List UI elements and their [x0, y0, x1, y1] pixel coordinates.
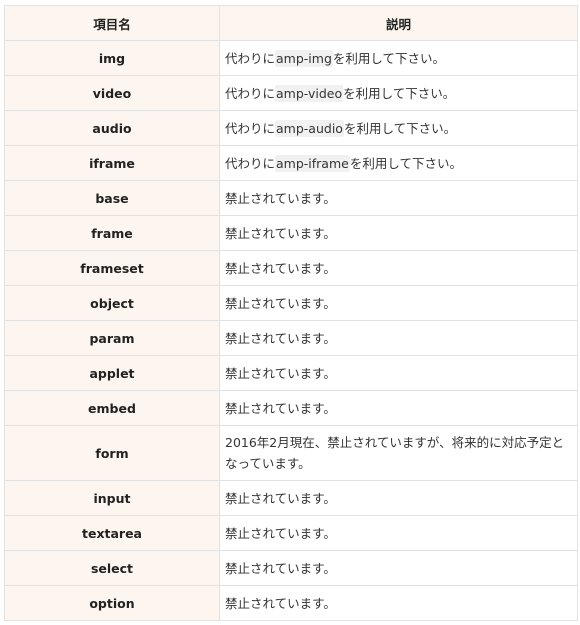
table-row: applet 禁止されています。: [4, 355, 578, 391]
description-text: を利用して下さい。: [349, 155, 462, 171]
description-cell: 代わりにamp-imgを利用して下さい。: [219, 40, 578, 76]
description-text: を利用して下さい。: [332, 50, 446, 66]
code-tag: amp-img: [275, 49, 333, 67]
tag-name-cell: frame: [4, 215, 220, 251]
tag-name-cell: applet: [4, 355, 220, 391]
code-tag: amp-iframe: [275, 154, 350, 172]
code-tag: amp-audio: [275, 119, 344, 137]
table-row: option 禁止されています。: [4, 585, 578, 621]
description-cell: 禁止されています。: [219, 585, 578, 621]
description-text: を利用して下さい。: [343, 85, 456, 101]
description-cell: 禁止されています。: [219, 515, 578, 551]
tag-name-cell: video: [4, 75, 220, 111]
tag-name-cell: param: [4, 320, 220, 356]
table-row: frameset 禁止されています。: [4, 250, 578, 286]
table-row: param 禁止されています。: [4, 320, 578, 356]
description-cell: 禁止されています。: [219, 285, 578, 321]
description-cell: 代わりにamp-videoを利用して下さい。: [219, 75, 578, 111]
description-text: 代わりに: [225, 155, 276, 171]
table-row: base 禁止されています。: [4, 180, 578, 216]
tag-name-cell: audio: [4, 110, 220, 146]
table-row: form 2016年2月現在、禁止されていますが、将来的に対応予定となっています…: [4, 425, 578, 481]
description-text: 代わりに: [225, 120, 276, 136]
table-row: video 代わりにamp-videoを利用して下さい。: [4, 75, 578, 111]
tag-name-cell: textarea: [4, 515, 220, 551]
description-cell: 禁止されています。: [219, 320, 578, 356]
description-cell: 禁止されています。: [219, 480, 578, 516]
table-row: img 代わりにamp-imgを利用して下さい。: [4, 40, 578, 76]
tag-name-cell: select: [4, 550, 220, 586]
description-cell: 禁止されています。: [219, 550, 578, 586]
tag-name-cell: embed: [4, 390, 220, 426]
amp-tag-table: 項目名 説明 img 代わりにamp-imgを利用して下さい。 video 代わ…: [4, 5, 578, 621]
description-cell: 2016年2月現在、禁止されていますが、将来的に対応予定となっています。: [219, 425, 578, 481]
table-row: input 禁止されています。: [4, 480, 578, 516]
description-text: 代わりに: [225, 50, 276, 66]
description-cell: 禁止されています。: [219, 390, 578, 426]
description-cell: 禁止されています。: [219, 355, 578, 391]
description-cell: 禁止されています。: [219, 250, 578, 286]
table-row: embed 禁止されています。: [4, 390, 578, 426]
tag-name-cell: form: [4, 425, 220, 481]
header-description: 説明: [219, 5, 578, 41]
code-tag: amp-video: [275, 84, 344, 102]
description-cell: 代わりにamp-audioを利用して下さい。: [219, 110, 578, 146]
tag-name-cell: object: [4, 285, 220, 321]
tag-name-cell: img: [4, 40, 220, 76]
tag-name-cell: iframe: [4, 145, 220, 181]
description-text: 代わりに: [225, 85, 276, 101]
header-row: 項目名 説明: [4, 5, 578, 41]
tag-name-cell: base: [4, 180, 220, 216]
tag-name-cell: input: [4, 480, 220, 516]
table-row: audio 代わりにamp-audioを利用して下さい。: [4, 110, 578, 146]
table-row: object 禁止されています。: [4, 285, 578, 321]
table-row: iframe 代わりにamp-iframeを利用して下さい。: [4, 145, 578, 181]
table-row: select 禁止されています。: [4, 550, 578, 586]
table-row: textarea 禁止されています。: [4, 515, 578, 551]
description-cell: 代わりにamp-iframeを利用して下さい。: [219, 145, 578, 181]
description-cell: 禁止されています。: [219, 215, 578, 251]
description-cell: 禁止されています。: [219, 180, 578, 216]
tag-name-cell: option: [4, 585, 220, 621]
tag-name-cell: frameset: [4, 250, 220, 286]
description-text: を利用して下さい。: [343, 120, 457, 136]
table-row: frame 禁止されています。: [4, 215, 578, 251]
header-item-name: 項目名: [4, 5, 220, 41]
